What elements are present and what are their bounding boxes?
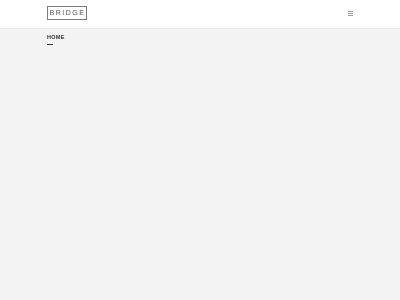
logo-text: BRIDGE <box>49 9 86 17</box>
logo-link[interactable]: BRIDGE <box>47 6 87 20</box>
menu-line <box>348 11 353 12</box>
hamburger-menu-icon[interactable] <box>347 11 354 17</box>
title-separator <box>47 44 53 45</box>
menu-line <box>348 13 353 14</box>
menu-line <box>348 15 353 16</box>
site-header: BRIDGE <box>0 0 400 29</box>
page-content-area <box>0 29 400 300</box>
page-title: HOME <box>47 35 65 41</box>
